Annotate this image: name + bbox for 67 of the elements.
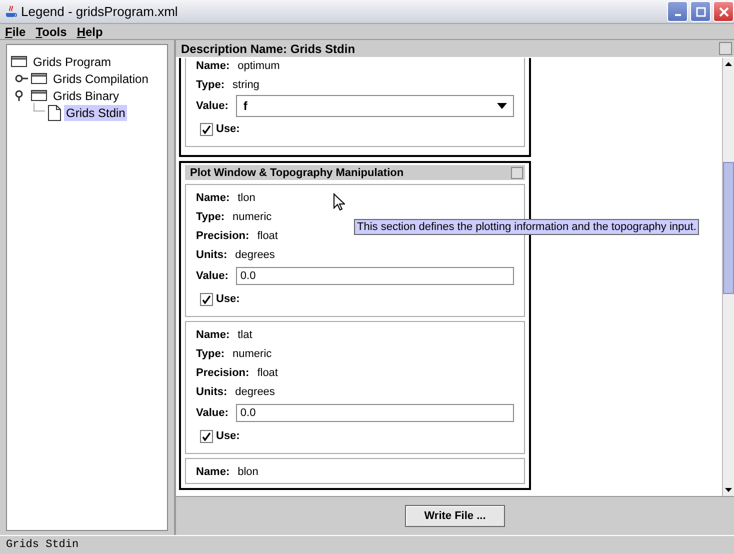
use-checkbox[interactable] bbox=[200, 292, 213, 306]
field-value: blon bbox=[238, 466, 258, 478]
tree-item[interactable]: Grids Binary bbox=[51, 88, 122, 104]
field-label: Precision: bbox=[196, 230, 250, 242]
value-field[interactable]: 0.0 bbox=[236, 404, 514, 422]
minimize-icon bbox=[674, 14, 680, 16]
checkbox-label: Use: bbox=[216, 430, 240, 442]
field-label: Name: bbox=[196, 466, 230, 478]
dropdown-caret-icon bbox=[497, 103, 507, 109]
field-value: string bbox=[232, 78, 260, 90]
menu-item[interactable]: Help bbox=[76, 24, 103, 38]
scroll-down-icon[interactable] bbox=[725, 488, 732, 492]
tooltip: This section defines the plotting information and the topography input. bbox=[354, 219, 700, 235]
close-button[interactable] bbox=[713, 1, 734, 22]
document-icon bbox=[48, 104, 61, 120]
field-label: Precision: bbox=[196, 366, 250, 378]
window-title: Legend - gridsProgram.xml bbox=[21, 4, 178, 19]
section-toggle-button[interactable] bbox=[511, 166, 523, 178]
panel-toggle-button[interactable] bbox=[719, 42, 732, 55]
scroll-up-icon[interactable] bbox=[725, 62, 732, 66]
use-checkbox[interactable] bbox=[200, 122, 213, 136]
field-value: float bbox=[257, 366, 278, 378]
field-value: degrees bbox=[235, 248, 275, 260]
mouse-pointer-icon bbox=[333, 193, 345, 211]
field-label: Value: bbox=[196, 407, 228, 419]
checkbox-label: Use: bbox=[216, 123, 240, 135]
folder-icon bbox=[31, 72, 48, 85]
field-label: Type: bbox=[196, 78, 225, 90]
menu-item[interactable]: Tools bbox=[36, 24, 67, 38]
tree-item[interactable]: Grids Program bbox=[31, 54, 114, 70]
field-value: optimum bbox=[238, 60, 280, 72]
field-value: numeric bbox=[232, 348, 272, 360]
coffee-cup-icon bbox=[4, 4, 18, 18]
panel-title: Description Name: Grids Stdin bbox=[181, 42, 356, 56]
write-file-button[interactable]: Write File ... bbox=[405, 505, 505, 527]
minimize-button[interactable] bbox=[667, 1, 688, 22]
field-value: tlat bbox=[238, 328, 252, 340]
use-checkbox[interactable] bbox=[200, 430, 213, 442]
field-value: numeric bbox=[232, 210, 272, 222]
field-label: Name: bbox=[196, 60, 230, 72]
field-label: Units: bbox=[196, 386, 228, 398]
checkbox-label: Use: bbox=[216, 293, 240, 305]
vertical-scrollbar[interactable] bbox=[722, 58, 734, 496]
field-label: Type: bbox=[196, 348, 225, 360]
field-label: Type: bbox=[196, 210, 225, 222]
close-icon bbox=[718, 6, 728, 16]
field-label: Value: bbox=[196, 100, 228, 112]
field-value: tlon bbox=[238, 192, 256, 204]
field-label: Units: bbox=[196, 248, 228, 260]
maximize-icon bbox=[696, 6, 706, 16]
scrollbar-thumb[interactable] bbox=[723, 162, 734, 294]
folder-icon bbox=[11, 55, 28, 68]
folder-icon bbox=[31, 89, 48, 102]
field-label: Name: bbox=[196, 328, 230, 340]
maximize-button[interactable] bbox=[690, 1, 711, 22]
value-field[interactable]: 0.0 bbox=[236, 267, 514, 285]
tree-item[interactable]: Grids Stdin bbox=[64, 104, 128, 120]
collapsed-handle-icon[interactable] bbox=[15, 73, 28, 84]
field-label: Value: bbox=[196, 270, 228, 282]
value-dropdown[interactable]: f bbox=[236, 95, 514, 117]
tree-item[interactable]: Grids Compilation bbox=[51, 70, 150, 86]
field-label: Name: bbox=[196, 192, 230, 204]
field-value: float bbox=[257, 230, 278, 242]
field-value: degrees bbox=[235, 386, 275, 398]
status-text: Grids Stdin bbox=[6, 539, 79, 551]
section-title: Plot Window & Topography Manipulation bbox=[190, 166, 404, 178]
menu-item[interactable]: File bbox=[5, 24, 26, 38]
